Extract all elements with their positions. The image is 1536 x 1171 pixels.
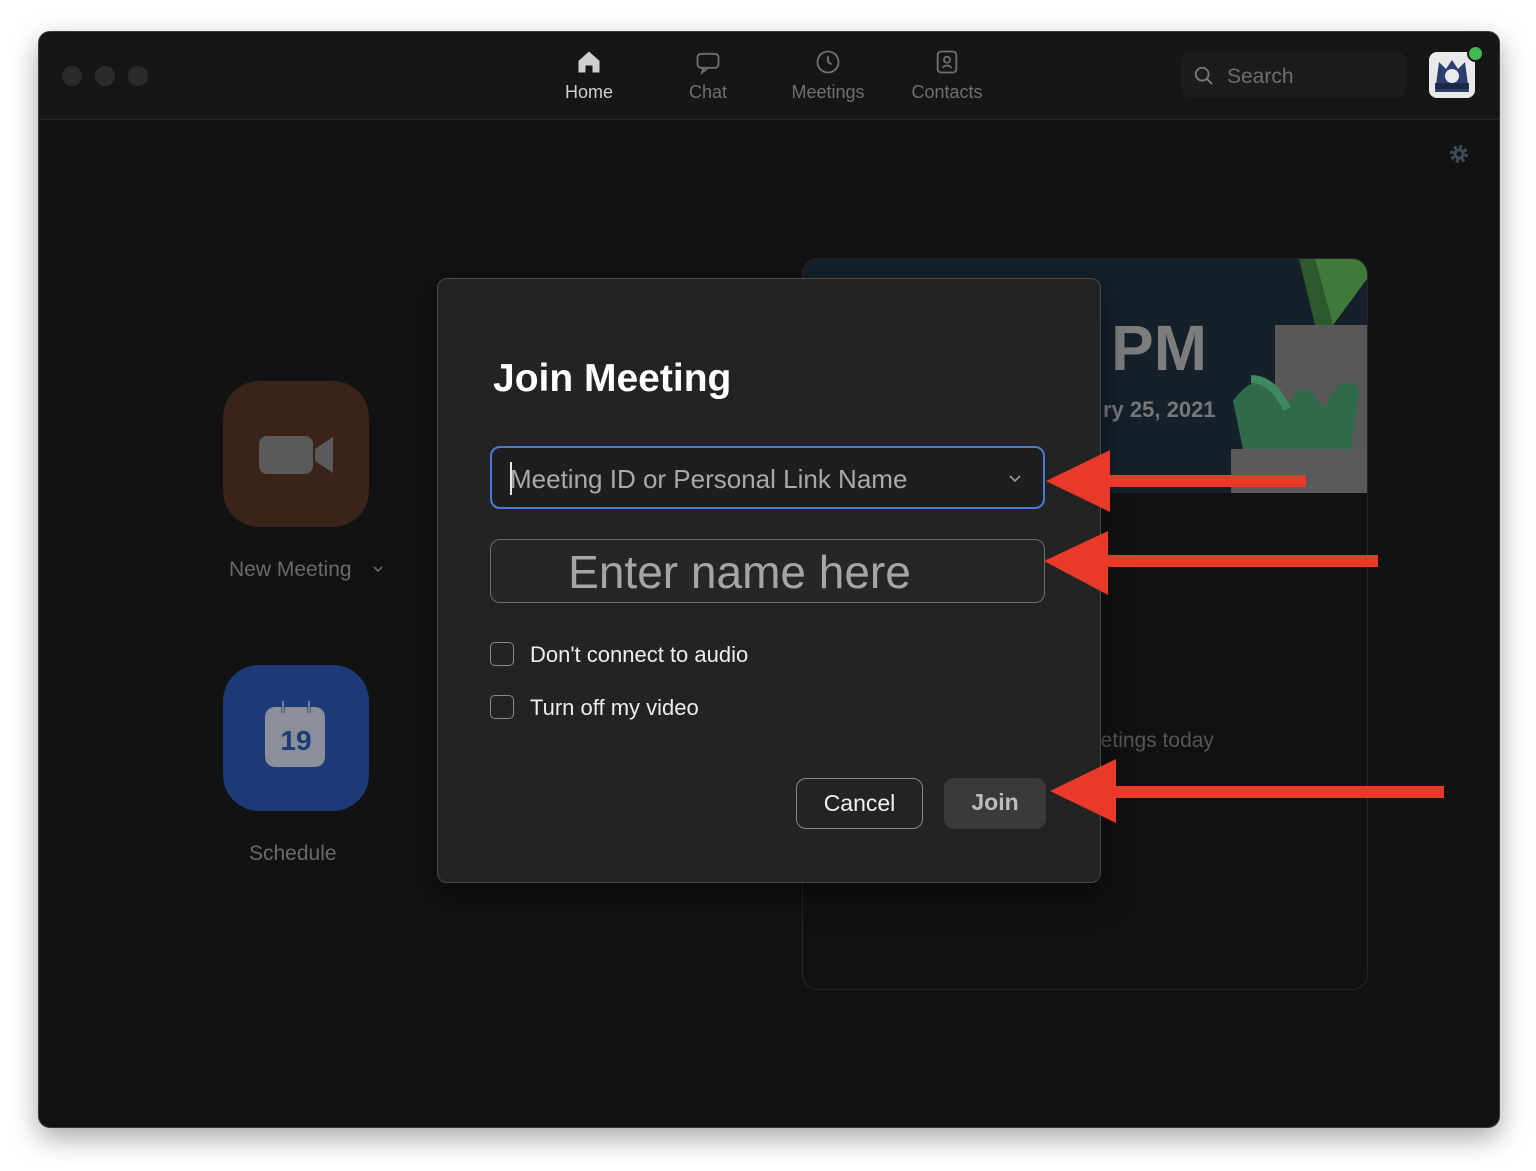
clock-icon — [816, 50, 840, 74]
annotation-arrow-join — [1050, 759, 1444, 823]
video-checkbox-label: Turn off my video — [530, 695, 699, 720]
close-window-button[interactable] — [62, 66, 82, 86]
tab-chat[interactable]: Chat — [653, 48, 763, 103]
chevron-down-icon[interactable] — [1008, 473, 1022, 485]
audio-checkbox-label: Don't connect to audio — [530, 642, 749, 667]
schedule-label: Schedule — [249, 842, 337, 865]
tab-home-label: Home — [564, 82, 613, 102]
search-placeholder: Search — [1227, 65, 1294, 88]
home-icon — [578, 51, 600, 73]
join-meeting-dialog: Join Meeting Meeting ID or Personal Link… — [437, 278, 1101, 883]
no-meetings-text: eetings today — [1089, 729, 1214, 752]
zoom-window-button[interactable] — [128, 66, 148, 86]
calendar-day: 19 — [280, 725, 312, 756]
chat-icon — [696, 52, 720, 75]
tab-contacts-label: Contacts — [911, 82, 983, 102]
contacts-icon — [936, 50, 958, 74]
meeting-id-placeholder: Meeting ID or Personal Link Name — [510, 464, 908, 494]
chevron-down-icon[interactable] — [371, 562, 385, 576]
current-date: ry 25, 2021 — [1103, 397, 1216, 422]
tab-home[interactable]: Home — [534, 48, 644, 103]
search-box[interactable]: Search — [1181, 52, 1406, 98]
video-checkbox[interactable] — [490, 695, 514, 719]
gear-icon[interactable] — [1447, 142, 1471, 166]
audio-checkbox[interactable] — [490, 642, 514, 666]
minimize-window-button[interactable] — [95, 66, 115, 86]
online-status-badge — [1467, 45, 1484, 62]
video-camera-icon — [259, 436, 333, 474]
join-button[interactable]: Join — [944, 778, 1046, 829]
search-icon — [1194, 66, 1213, 85]
title-bar: Home Chat Meetings Contacts Search — [39, 32, 1499, 120]
cancel-button[interactable]: Cancel — [796, 778, 923, 829]
name-input-value: Enter name here — [568, 546, 911, 598]
tab-meetings-label: Meetings — [791, 82, 865, 102]
name-input[interactable]: Enter name here — [490, 539, 1045, 603]
tab-contacts[interactable]: Contacts — [892, 48, 1002, 103]
tab-chat-label: Chat — [688, 82, 728, 102]
current-time: PM — [1111, 312, 1207, 384]
schedule-button[interactable]: 19 — [223, 665, 369, 811]
meeting-id-input[interactable]: Meeting ID or Personal Link Name — [490, 446, 1045, 509]
new-meeting-label: New Meeting — [229, 558, 385, 582]
new-meeting-button[interactable] — [223, 381, 369, 527]
annotation-arrow-meeting-id — [1046, 450, 1306, 512]
annotation-arrow-name — [1044, 531, 1378, 595]
tab-meetings[interactable]: Meetings — [773, 48, 883, 103]
dialog-title: Join Meeting — [493, 357, 732, 400]
